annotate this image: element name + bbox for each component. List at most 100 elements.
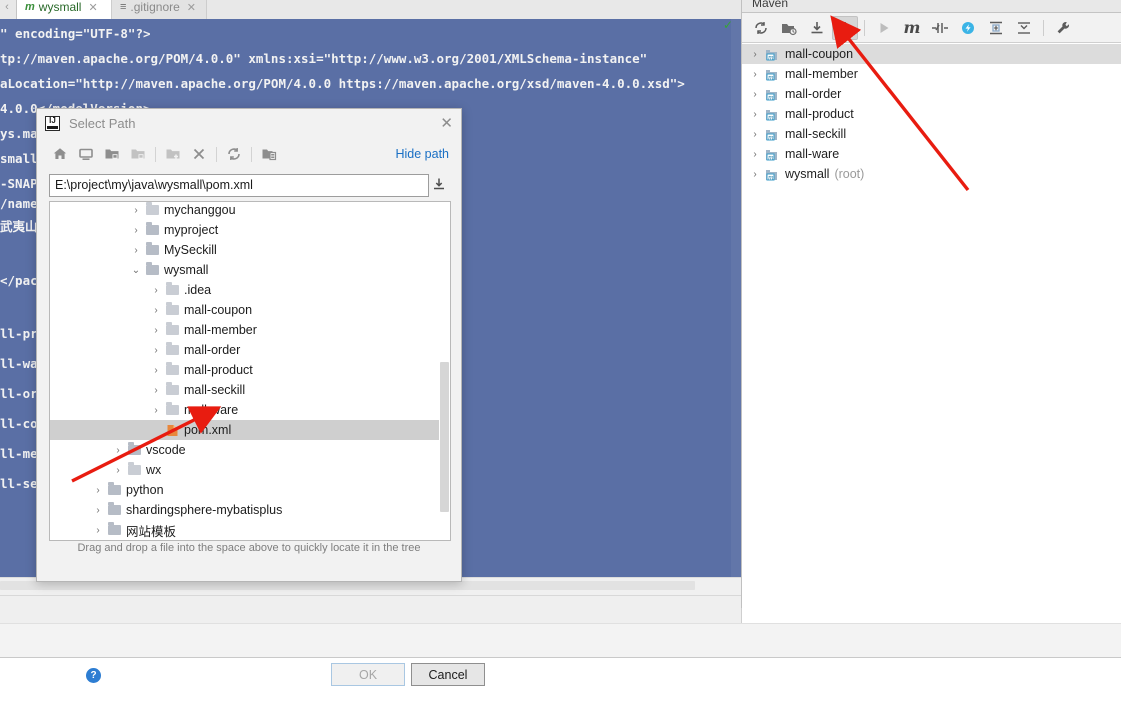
tree-row[interactable]: › wx [50, 460, 450, 480]
tree-row-label: python [126, 483, 164, 497]
select-path-dialog: IJ Select Path ✕ Hide path E:\project\my… [36, 108, 485, 686]
show-hidden-icon[interactable] [256, 143, 282, 165]
toggle-offline-icon[interactable] [955, 16, 981, 40]
chevron-right-icon[interactable]: › [146, 345, 166, 356]
chevron-right-icon[interactable]: › [746, 129, 764, 140]
tab-scroll-left-icon[interactable]: ‹ [0, 0, 14, 19]
maven-project-row[interactable]: › m mall-member [742, 64, 1121, 84]
maven-project-row[interactable]: › m mall-product [742, 104, 1121, 124]
maven-project-row[interactable]: › m mall-order [742, 84, 1121, 104]
tree-row[interactable]: › mall-seckill [50, 380, 450, 400]
add-maven-project-icon[interactable]: + [832, 15, 858, 40]
tree-row[interactable]: › mall-ware [50, 400, 450, 420]
tree-row-label: MySeckill [164, 243, 217, 257]
execute-goal-icon[interactable]: m [899, 16, 925, 40]
maven-project-row[interactable]: › m mall-seckill [742, 124, 1121, 144]
chevron-right-icon[interactable]: › [88, 485, 108, 496]
chevron-right-icon[interactable]: › [146, 305, 166, 316]
folder-icon [166, 362, 179, 375]
expand-all-icon[interactable] [983, 16, 1009, 40]
tree-row[interactable]: › .idea [50, 280, 450, 300]
toggle-skip-tests-icon[interactable] [927, 16, 953, 40]
code-line: /name [0, 196, 38, 211]
chevron-right-icon[interactable]: › [108, 465, 128, 476]
chevron-right-icon[interactable]: › [146, 325, 166, 336]
new-folder-icon[interactable] [160, 143, 186, 165]
scrollbar-thumb[interactable] [0, 581, 695, 590]
tree-row[interactable]: › shardingsphere-mybatisplus [50, 500, 450, 520]
tree-row[interactable]: › mall-coupon [50, 300, 450, 320]
tree-row[interactable]: › mall-order [50, 340, 450, 360]
tree-row[interactable]: › mychanggou [50, 202, 450, 220]
generate-sources-icon[interactable] [776, 16, 802, 40]
maven-panel-title: Maven [742, 0, 1121, 13]
module-folder-icon[interactable] [125, 143, 151, 165]
chevron-right-icon[interactable]: › [746, 109, 764, 120]
maven-module-icon: m [764, 107, 782, 121]
close-icon[interactable]: ✕ [440, 116, 453, 131]
chevron-right-icon[interactable]: › [126, 245, 146, 256]
chevron-right-icon[interactable]: › [126, 205, 146, 216]
maven-project-row[interactable]: › m mall-ware [742, 144, 1121, 164]
chevron-right-icon[interactable]: › [146, 285, 166, 296]
chevron-right-icon[interactable]: › [88, 505, 108, 516]
chevron-right-icon[interactable]: › [146, 405, 166, 416]
scrollbar-thumb[interactable] [440, 362, 449, 512]
code-line: ll-co [0, 416, 38, 431]
tab-gitignore[interactable]: ≡ .gitignore ✕ [111, 0, 207, 19]
chevron-right-icon[interactable]: › [146, 385, 166, 396]
tree-row[interactable]: › python [50, 480, 450, 500]
chevron-right-icon[interactable]: › [746, 49, 764, 60]
chevron-right-icon[interactable]: › [746, 69, 764, 80]
toolbar-separator [251, 146, 252, 162]
tree-row[interactable]: › MySeckill [50, 240, 450, 260]
settings-wrench-icon[interactable] [1050, 16, 1076, 40]
editor-scrollbar[interactable] [731, 19, 741, 577]
editor-bottom-strip [0, 595, 742, 624]
collapse-all-icon[interactable] [1011, 16, 1037, 40]
close-icon[interactable]: ✕ [187, 1, 196, 14]
chevron-right-icon[interactable]: › [88, 525, 108, 536]
help-button[interactable]: ? [86, 668, 101, 683]
chevron-right-icon[interactable]: › [746, 89, 764, 100]
cancel-button[interactable]: Cancel [411, 663, 485, 686]
tree-row[interactable]: › vscode [50, 440, 450, 460]
reimport-icon[interactable] [748, 16, 774, 40]
chevron-right-icon[interactable]: › [126, 225, 146, 236]
close-icon[interactable]: ✕ [88, 1, 97, 14]
ok-button[interactable]: OK [331, 663, 405, 686]
tree-row[interactable]: › mall-member [50, 320, 450, 340]
chevron-down-icon[interactable]: ⌄ [126, 265, 146, 276]
tree-row[interactable]: › mall-product [50, 360, 450, 380]
code-line: small [0, 151, 38, 166]
chevron-right-icon[interactable]: › [746, 169, 764, 180]
toolbar-separator [864, 19, 865, 36]
delete-icon[interactable] [186, 143, 212, 165]
code-line: " encoding="UTF-8"?> [0, 26, 151, 41]
maven-projects-tree[interactable]: › m mall-coupon › m mall-member › m mall… [742, 44, 1121, 608]
refresh-icon[interactable] [221, 143, 247, 165]
tree-row[interactable]: ⌄ wysmall [50, 260, 450, 280]
home-icon[interactable] [47, 143, 73, 165]
chevron-right-icon[interactable]: › [746, 149, 764, 160]
path-input[interactable]: E:\project\my\java\wysmall\pom.xml [49, 173, 429, 197]
project-folder-icon[interactable] [99, 143, 125, 165]
tree-row-label: mall-coupon [184, 303, 253, 317]
code-line: aLocation="http://maven.apache.org/POM/4… [0, 76, 685, 91]
run-icon[interactable] [871, 16, 897, 40]
maven-project-row[interactable]: › m mall-coupon [742, 44, 1121, 64]
download-sources-icon[interactable] [804, 16, 830, 40]
maven-project-label: mall-ware [785, 147, 840, 161]
desktop-icon[interactable] [73, 143, 99, 165]
chevron-right-icon[interactable]: › [108, 445, 128, 456]
tree-row-selected[interactable]: pom.xml [50, 420, 450, 440]
chevron-right-icon[interactable]: › [146, 365, 166, 376]
path-tree[interactable]: › mychanggou › myproject › MySeckill ⌄ w… [49, 201, 451, 541]
tree-scrollbar[interactable] [439, 202, 450, 540]
maven-project-row[interactable]: › m wysmall (root) [742, 164, 1121, 184]
tree-row[interactable]: › myproject [50, 220, 450, 240]
tab-wysmall[interactable]: m wysmall ✕ [16, 0, 126, 19]
hide-path-link[interactable]: Hide path [395, 147, 449, 161]
tree-row[interactable]: › 网站模板 [50, 520, 450, 540]
history-dropdown-icon[interactable] [429, 177, 449, 194]
